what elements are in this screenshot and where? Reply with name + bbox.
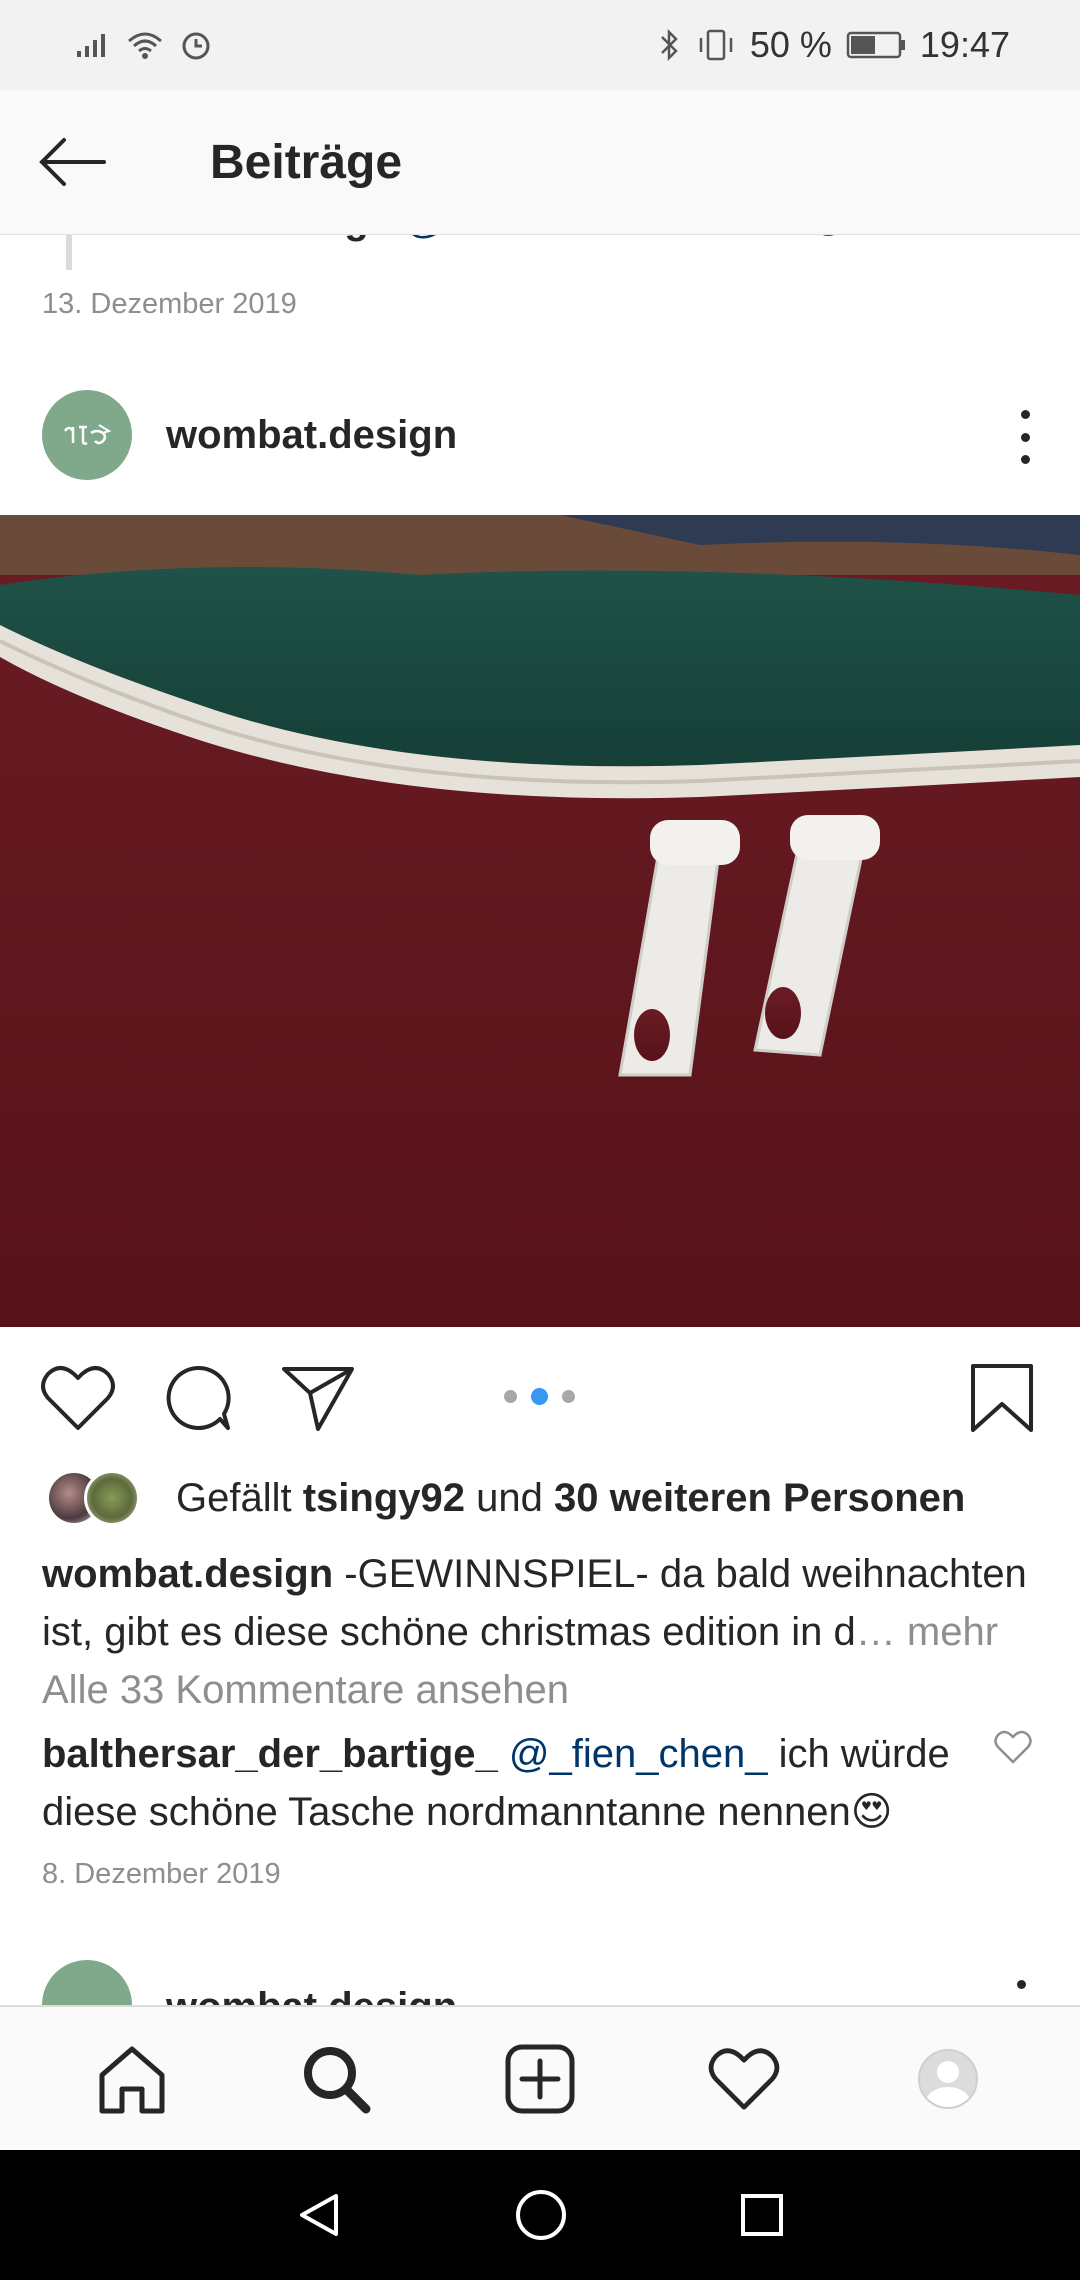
comment-button[interactable]: [158, 1358, 238, 1438]
likes-prefix: Gefällt: [176, 1475, 292, 1520]
heart-icon: [41, 1366, 115, 1430]
caption-username[interactable]: wombat.design: [42, 1552, 333, 1596]
avatar: [84, 1470, 140, 1526]
nav-profile[interactable]: [903, 2034, 993, 2124]
post-date: 8. Dezember 2019: [42, 1858, 281, 1890]
bookmark-icon: [971, 1364, 1033, 1432]
carousel-indicator: [504, 1388, 575, 1405]
carousel-dot: [562, 1390, 575, 1403]
caption-more-link[interactable]: mehr: [907, 1610, 998, 1654]
avatar[interactable]: [42, 390, 132, 480]
nav-search[interactable]: [291, 2034, 381, 2124]
home-icon: [99, 2046, 165, 2113]
status-bar: 50 % 19:47: [0, 0, 1080, 90]
post-options-button[interactable]: [1010, 410, 1040, 464]
likes-others[interactable]: 30 weiteren Personen: [554, 1476, 965, 1520]
next-post-header: wombat.design: [42, 1960, 1042, 2005]
signal-icon: [77, 34, 105, 57]
nav-home[interactable]: [87, 2034, 177, 2124]
paper-plane-icon: [282, 1367, 354, 1431]
arrow-left-icon: [39, 138, 106, 186]
view-all-comments-link[interactable]: Alle 33 Kommentare ansehen: [42, 1668, 569, 1713]
likes-user[interactable]: tsingy92: [303, 1476, 465, 1520]
likes-text: Gefällt tsingy92 und 30 weiteren Persone…: [176, 1476, 965, 1521]
comment-mention[interactable]: @_fien_chen_: [509, 1732, 768, 1776]
previous-comment-date: 13. Dezember 2019: [42, 288, 297, 320]
nav-add[interactable]: [495, 2034, 585, 2124]
like-button[interactable]: [38, 1358, 118, 1438]
vibrate-icon: [699, 29, 733, 61]
likes-summary[interactable]: Gefällt tsingy92 und 30 weiteren Persone…: [42, 1470, 965, 1526]
page-title: Beiträge: [210, 135, 403, 189]
alarm-icon: [182, 32, 210, 60]
photo-illustration: [0, 515, 1080, 1327]
bottom-navigation: [0, 2005, 1080, 2150]
caption-ellipsis: …: [855, 1610, 896, 1654]
avatar[interactable]: [42, 1960, 132, 2005]
avatar-icon: [918, 2048, 978, 2109]
post-username[interactable]: wombat.design: [166, 413, 457, 458]
comment-username[interactable]: balthersar_der_bartige_: [42, 1732, 498, 1776]
next-post-username[interactable]: wombat.design: [166, 1985, 457, 2005]
wombat-logo-icon: [63, 424, 112, 445]
system-home-icon[interactable]: [514, 2188, 568, 2242]
heart-icon: [708, 2047, 780, 2110]
post-action-bar: [0, 1350, 1080, 1440]
bluetooth-icon: [660, 28, 678, 62]
save-button[interactable]: [962, 1358, 1042, 1438]
app-header: Beiträge: [0, 90, 1080, 235]
plus-square-icon: [505, 2044, 575, 2113]
post-image[interactable]: [0, 515, 1080, 1327]
comment-like-button[interactable]: [994, 1730, 1032, 1769]
post-header: wombat.design: [0, 390, 1080, 480]
post-caption: wombat.design -GEWINNSPIEL- da bald weih…: [42, 1545, 1042, 1661]
share-button[interactable]: [278, 1358, 358, 1438]
wifi-icon: [128, 32, 162, 59]
clock: 19:47: [919, 24, 1010, 65]
system-recents-icon[interactable]: [738, 2191, 786, 2239]
system-back-icon[interactable]: [294, 2190, 344, 2240]
search-icon: [304, 2046, 371, 2113]
post-options-button[interactable]: [1006, 1980, 1036, 1989]
liker-avatars: [42, 1470, 152, 1526]
back-button[interactable]: [34, 124, 110, 200]
carousel-dot-active: [531, 1388, 548, 1405]
carousel-dot: [504, 1390, 517, 1403]
battery-percent: 50 %: [749, 24, 832, 65]
system-navigation-bar: [0, 2150, 1080, 2280]
likes-connector: und: [476, 1475, 543, 1520]
nav-activity[interactable]: [699, 2034, 789, 2124]
battery-icon: [846, 31, 905, 59]
top-comment: balthersar_der_bartige_ @_fien_chen_ ich…: [42, 1725, 962, 1841]
heart-icon: [994, 1730, 1032, 1764]
speech-bubble-icon: [166, 1365, 231, 1430]
